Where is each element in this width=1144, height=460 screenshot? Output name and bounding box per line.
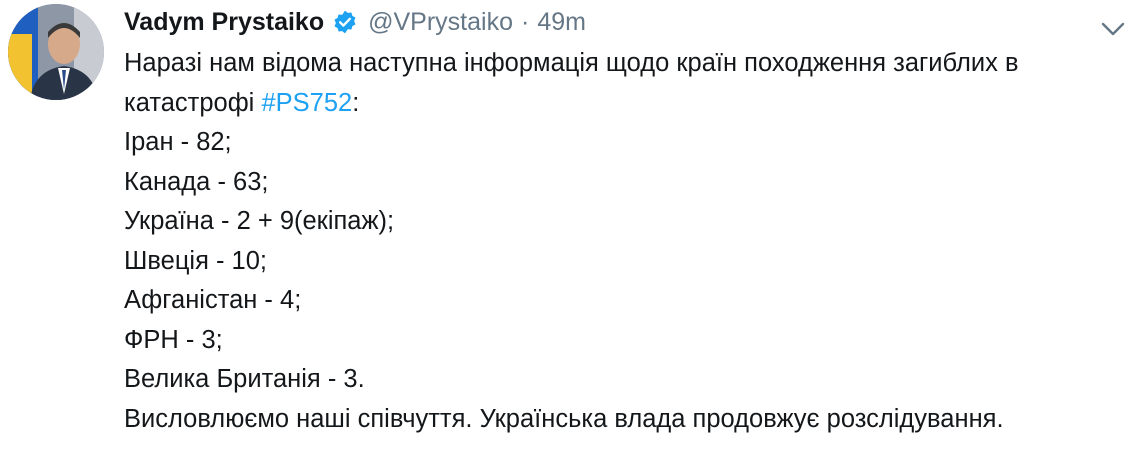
profile-photo-icon xyxy=(8,4,104,100)
author-handle[interactable]: @VPrystaiko xyxy=(368,8,513,37)
country-line: Афганістан - 4; xyxy=(124,286,302,314)
tweet-header: Vadym Prystaiko @VPrystaiko · 49m xyxy=(124,2,586,42)
verified-badge-icon xyxy=(332,9,358,35)
text-line-hashtag: катастрофі #PS752: xyxy=(124,84,1124,124)
tweet: Vadym Prystaiko @VPrystaiko · 49m Наразі… xyxy=(0,0,1144,460)
timestamp[interactable]: 49m xyxy=(537,8,586,37)
country-line: ФРН - 3; xyxy=(124,325,223,354)
text-line-closing: Висловлюємо наші співчуття. Українська в… xyxy=(124,404,1004,433)
country-line: Україна - 2 + 9(екіпаж); xyxy=(124,207,395,235)
avatar[interactable] xyxy=(8,4,104,100)
text-prefix: катастрофі xyxy=(124,88,262,117)
country-line: Швеція - 10; xyxy=(124,246,268,275)
country-line: Велика Британія - 3. xyxy=(124,365,365,393)
separator-dot: · xyxy=(521,7,530,36)
text-line-intro: Наразі нам відома наступна інформація що… xyxy=(124,49,1019,77)
country-line: Іран - 82; xyxy=(124,128,232,156)
author-name[interactable]: Vadym Prystaiko xyxy=(124,8,324,37)
tweet-text: Наразі нам відома наступна інформація що… xyxy=(124,44,1124,439)
country-line: Канада - 63; xyxy=(124,167,269,196)
hashtag-link[interactable]: #PS752 xyxy=(261,89,352,117)
chevron-down-icon[interactable] xyxy=(1100,20,1126,38)
text-suffix: : xyxy=(352,88,360,117)
